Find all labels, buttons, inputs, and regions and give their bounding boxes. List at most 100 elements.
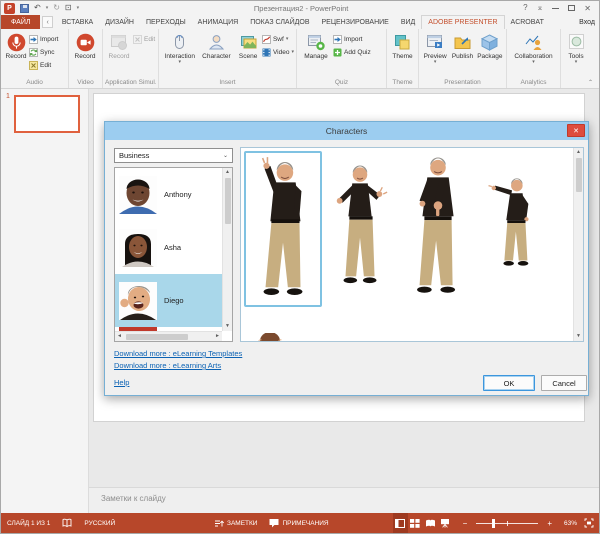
start-slideshow-icon[interactable]: ⊡ bbox=[65, 4, 72, 12]
undo-icon[interactable]: ↶ bbox=[34, 4, 41, 12]
view-normal-button[interactable] bbox=[393, 513, 408, 533]
tab-insert[interactable]: ВСТАВКА bbox=[56, 15, 99, 29]
ribbon-options-icon[interactable]: ⌅ bbox=[537, 4, 544, 12]
save-icon[interactable] bbox=[20, 4, 29, 13]
preview-button[interactable]: Preview ▾ bbox=[421, 30, 449, 64]
collapse-ribbon-icon[interactable]: ⌃ bbox=[588, 79, 593, 86]
publish-button[interactable]: Publish bbox=[449, 30, 475, 60]
chevron-down-icon: ⌄ bbox=[223, 152, 228, 159]
tab-scroll-left[interactable]: ‹ bbox=[42, 16, 52, 28]
proofing-button[interactable] bbox=[56, 513, 78, 533]
video-record-button[interactable]: Record bbox=[71, 30, 99, 60]
dialog-title-bar[interactable]: Characters ✕ bbox=[105, 122, 588, 140]
list-item-asha[interactable]: Asha bbox=[115, 221, 222, 274]
notes-pane[interactable]: Заметки к слайду bbox=[89, 487, 600, 515]
reading-view-icon bbox=[425, 519, 436, 528]
tools-button[interactable]: Tools ▾ bbox=[563, 30, 589, 64]
collaboration-button[interactable]: Collaboration ▾ bbox=[509, 30, 558, 64]
list-item-diego-selected[interactable]: Diego bbox=[115, 274, 222, 327]
zoom-out-button[interactable]: − bbox=[453, 513, 472, 533]
app-window-icon bbox=[110, 32, 129, 53]
character-photo bbox=[119, 229, 157, 267]
quiz-manage-button[interactable]: Manage bbox=[299, 30, 333, 60]
cancel-button[interactable]: Cancel bbox=[541, 375, 587, 391]
minimize-icon[interactable] bbox=[552, 8, 559, 9]
download-arts-link[interactable]: Download more : eLearning Arts bbox=[114, 361, 221, 370]
zoom-slider-thumb[interactable] bbox=[492, 519, 495, 528]
tab-view[interactable]: ВИД bbox=[395, 15, 421, 29]
pose-pointing-left[interactable] bbox=[487, 176, 539, 272]
language-button[interactable]: РУССКИЙ bbox=[78, 513, 121, 533]
view-reading-button[interactable] bbox=[423, 513, 438, 533]
tab-design[interactable]: ДИЗАЙН bbox=[99, 15, 140, 29]
scroll-left-icon[interactable]: ◄ bbox=[115, 332, 124, 341]
scroll-down-icon[interactable]: ▼ bbox=[223, 322, 232, 331]
video-camera-icon bbox=[76, 32, 95, 53]
category-dropdown[interactable]: Business ⌄ bbox=[114, 148, 233, 163]
scroll-up-icon[interactable]: ▲ bbox=[223, 168, 232, 177]
sign-in-link[interactable]: Вход bbox=[579, 15, 599, 29]
dialog-close-icon[interactable]: ✕ bbox=[567, 124, 585, 137]
appsim-edit-button[interactable]: Edit bbox=[133, 33, 155, 45]
list-item-anthony[interactable]: Anthony bbox=[115, 168, 222, 221]
tab-file[interactable]: ФАЙЛ bbox=[1, 15, 40, 29]
character-button[interactable]: Character bbox=[199, 30, 235, 60]
tab-review[interactable]: РЕЦЕНЗИРОВАНИЕ bbox=[316, 15, 395, 29]
swf-icon bbox=[262, 35, 271, 44]
normal-view-icon bbox=[395, 519, 405, 528]
audio-edit-button[interactable]: Edit bbox=[29, 59, 58, 71]
audio-sync-button[interactable]: Sync bbox=[29, 46, 58, 58]
tab-acrobat[interactable]: ACROBAT bbox=[505, 15, 550, 29]
fit-slide-button[interactable] bbox=[581, 513, 600, 533]
slide-thumbnail[interactable] bbox=[14, 95, 80, 133]
quick-access-toolbar: P ↶▾ ↻ ⊡ ▾ bbox=[1, 3, 79, 14]
person-icon bbox=[207, 32, 226, 53]
help-link[interactable]: Help bbox=[114, 378, 129, 387]
audio-import-button[interactable]: Import bbox=[29, 33, 58, 45]
zoom-slider[interactable] bbox=[476, 523, 538, 524]
scroll-right-icon[interactable]: ► bbox=[213, 332, 222, 341]
quiz-add-button[interactable]: Add Quiz bbox=[333, 46, 371, 58]
powerpoint-logo-icon[interactable]: P bbox=[4, 3, 15, 14]
zoom-in-button[interactable]: + bbox=[543, 513, 560, 533]
tab-animations[interactable]: АНИМАЦИЯ bbox=[192, 15, 245, 29]
quiz-import-button[interactable]: Import bbox=[333, 33, 371, 45]
character-list-horizontal-scrollbar[interactable]: ◄ ► bbox=[115, 331, 222, 341]
tab-slideshow[interactable]: ПОКАЗ СЛАЙДОВ bbox=[244, 15, 315, 29]
group-label-theme: Theme bbox=[389, 78, 416, 88]
tab-adobe-presenter[interactable]: ADOBE PRESENTER bbox=[421, 15, 504, 29]
scrollbar-thumb[interactable] bbox=[126, 334, 188, 340]
help-icon[interactable]: ? bbox=[523, 4, 527, 12]
comments-toggle[interactable]: ПРИМЕЧАНИЯ bbox=[263, 513, 334, 533]
theme-button[interactable]: Theme bbox=[389, 30, 416, 60]
notes-toggle[interactable]: ЗАМЕТКИ bbox=[208, 513, 263, 533]
theme-layers-icon bbox=[393, 32, 412, 53]
scroll-down-icon[interactable]: ▼ bbox=[574, 332, 583, 341]
maximize-icon[interactable] bbox=[568, 5, 575, 11]
audio-record-button[interactable]: Record bbox=[3, 30, 29, 60]
ok-button[interactable]: OK bbox=[483, 375, 535, 391]
download-templates-link[interactable]: Download more : eLearning Templates bbox=[114, 349, 242, 358]
undo-caret-icon[interactable]: ▾ bbox=[46, 5, 49, 11]
scrollbar-thumb[interactable] bbox=[225, 178, 231, 224]
insert-swf-button[interactable]: Swf ▾ bbox=[262, 33, 294, 45]
zoom-level[interactable]: 63% bbox=[560, 513, 581, 533]
character-list-vertical-scrollbar[interactable]: ▲ ▼ bbox=[222, 168, 232, 331]
view-slide-sorter-button[interactable] bbox=[408, 513, 423, 533]
scene-button[interactable]: Scene bbox=[234, 30, 262, 60]
import-icon bbox=[29, 35, 38, 44]
interaction-button[interactable]: Interaction ▾ bbox=[161, 30, 199, 64]
pose-pointing-forward[interactable] bbox=[403, 153, 473, 299]
appsim-record-button[interactable]: Record bbox=[105, 30, 133, 60]
scrollbar-thumb[interactable] bbox=[576, 158, 582, 192]
close-icon[interactable]: ✕ bbox=[584, 4, 591, 13]
pose-selected[interactable] bbox=[244, 151, 322, 307]
insert-video-button[interactable]: Video ▾ bbox=[262, 46, 294, 58]
package-button[interactable]: Package bbox=[476, 30, 504, 60]
tab-transitions[interactable]: ПЕРЕХОДЫ bbox=[140, 15, 192, 29]
scroll-up-icon[interactable]: ▲ bbox=[574, 148, 583, 157]
view-slideshow-button[interactable] bbox=[438, 513, 453, 533]
redo-icon[interactable]: ↻ bbox=[53, 4, 60, 12]
pose-gallery-vertical-scrollbar[interactable]: ▲ ▼ bbox=[573, 148, 583, 341]
pose-hands-out[interactable] bbox=[329, 162, 391, 290]
